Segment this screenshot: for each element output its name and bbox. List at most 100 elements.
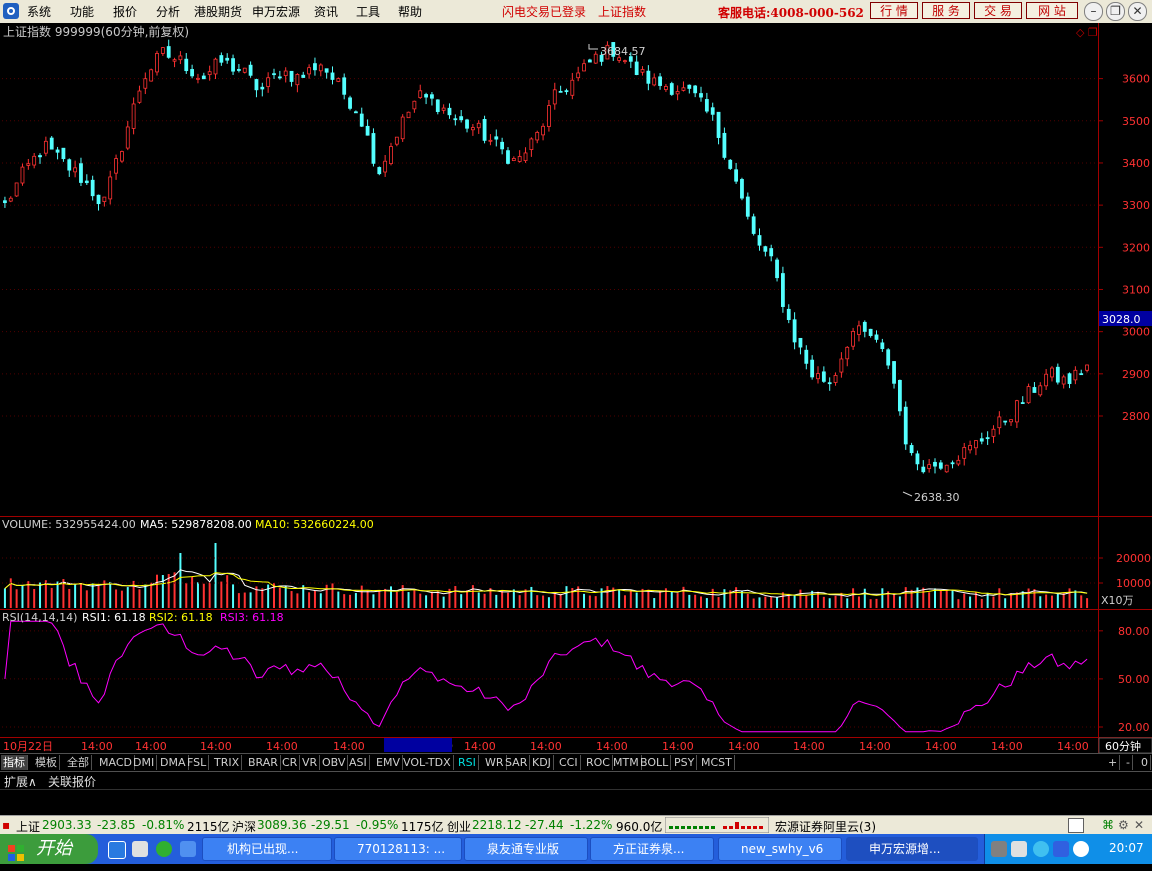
indicator-tab-emv[interactable]: EMV (374, 755, 403, 770)
candle-body[interactable] (494, 136, 499, 140)
candle-body[interactable] (330, 72, 335, 80)
candle-body[interactable] (61, 147, 66, 160)
candle-body[interactable] (944, 464, 949, 473)
candle-body[interactable] (201, 75, 206, 80)
candle-body[interactable] (570, 79, 575, 96)
media-icon[interactable] (132, 841, 148, 857)
period-label[interactable]: 60分钟 (1105, 739, 1141, 753)
close-small-icon[interactable]: ✕ (1134, 818, 1144, 832)
candle-body[interactable] (389, 146, 393, 165)
indicator-tab-cr[interactable]: CR (280, 755, 301, 770)
candle-body[interactable] (412, 100, 417, 110)
candle-body[interactable] (874, 334, 879, 340)
candle-body[interactable] (1044, 373, 1049, 387)
candle-body[interactable] (985, 437, 990, 440)
chart-area[interactable]: 2800 2900 3000 3100 3200 3300 3400 3500 3600 100… (0, 23, 1152, 753)
candle-body[interactable] (810, 359, 815, 378)
candle-body[interactable] (927, 464, 932, 469)
candle-body[interactable] (517, 156, 522, 162)
candle-body[interactable] (207, 71, 212, 76)
tray-icon-1[interactable] (991, 841, 1007, 857)
candle-body[interactable] (348, 97, 352, 109)
candle-body[interactable] (359, 113, 364, 127)
tray-icon-2[interactable] (1011, 841, 1027, 857)
indicator-tab-roc[interactable]: ROC (584, 755, 613, 770)
tray-icon-3[interactable] (1033, 841, 1049, 857)
candle-body[interactable] (652, 77, 657, 86)
candle-body[interactable] (400, 116, 405, 140)
candle-body[interactable] (950, 462, 955, 465)
candle-body[interactable] (1079, 373, 1084, 376)
candle-body[interactable] (196, 77, 200, 80)
cy-value[interactable]: 2218.12 (472, 818, 522, 832)
candle-body[interactable] (418, 90, 423, 98)
minimize-icon[interactable]: – (1084, 2, 1103, 21)
indicator-tab-vol-tdx[interactable]: VOL-TDX (401, 755, 454, 770)
trade-button[interactable]: 交 易 (974, 2, 1022, 19)
candle-body[interactable] (681, 87, 686, 91)
candle-body[interactable] (254, 79, 259, 91)
candle-body[interactable] (32, 155, 37, 166)
candle-body[interactable] (383, 160, 388, 173)
app-logo-icon[interactable] (3, 3, 19, 19)
server-label[interactable]: 宏源证券阿里云(3) (775, 818, 876, 835)
candle-body[interactable] (213, 58, 218, 75)
candle-body[interactable] (775, 259, 779, 279)
candle-body[interactable] (482, 119, 487, 141)
candle-body[interactable] (184, 58, 189, 72)
candle-body[interactable] (892, 361, 896, 384)
candle-body[interactable] (67, 159, 72, 171)
candle-body[interactable] (915, 453, 920, 465)
candle-body[interactable] (1038, 385, 1043, 396)
candle-body[interactable] (710, 107, 715, 115)
candle-body[interactable] (149, 69, 154, 82)
candle-body[interactable] (558, 90, 563, 93)
taskbar-item-1[interactable]: 机构已出现... (202, 837, 332, 861)
candle-body[interactable] (529, 138, 534, 150)
candle-body[interactable] (114, 158, 118, 174)
candle-body[interactable] (506, 150, 510, 164)
candle-body[interactable] (307, 67, 311, 75)
candle-body[interactable] (886, 349, 891, 366)
menu-news[interactable]: 资讯 (314, 3, 338, 20)
candle-body[interactable] (190, 69, 195, 77)
candle-body[interactable] (839, 358, 844, 373)
window-toggle-icon[interactable]: ❐ (1088, 26, 1098, 39)
candle-body[interactable] (1050, 367, 1054, 378)
candle-body[interactable] (318, 64, 323, 72)
candle-body[interactable] (1014, 400, 1019, 423)
candle-body[interactable] (593, 53, 598, 64)
candle-body[interactable] (634, 61, 639, 75)
candle-body[interactable] (166, 46, 171, 58)
candle-body[interactable] (26, 163, 31, 166)
candle-body[interactable] (587, 59, 592, 63)
tray-icon-4[interactable] (1053, 841, 1069, 857)
indicator-tab-fsl[interactable]: FSL (185, 755, 210, 770)
candle-body[interactable] (55, 149, 60, 153)
diamond-icon[interactable]: ◇ (1076, 26, 1085, 39)
candle-body[interactable] (394, 136, 399, 145)
candle-body[interactable] (237, 69, 241, 71)
close-icon[interactable]: ✕ (1128, 2, 1147, 21)
candle-body[interactable] (675, 91, 680, 95)
candle-body[interactable] (131, 103, 136, 129)
candle-body[interactable] (564, 90, 569, 93)
candle-body[interactable] (547, 105, 551, 127)
candle-body[interactable] (289, 70, 294, 82)
candle-body[interactable] (96, 194, 101, 205)
candle-body[interactable] (897, 379, 902, 412)
candle-body[interactable] (781, 273, 785, 307)
indicator-tab-kdj[interactable]: KDJ (530, 755, 554, 770)
indicator-tab-asi[interactable]: ASI (347, 755, 370, 770)
expand-tab[interactable]: 扩展∧ (4, 773, 37, 790)
candle-body[interactable] (827, 382, 832, 385)
taskbar-item-3[interactable]: 泉友通专业版 (464, 837, 588, 861)
candle-body[interactable] (500, 141, 505, 150)
candle-body[interactable] (903, 406, 908, 445)
candle-body[interactable] (511, 158, 516, 161)
panel-control-remove[interactable]: - (1124, 755, 1133, 770)
flash-trade-status[interactable]: 闪电交易已登录 (502, 3, 586, 20)
ie-icon[interactable] (108, 841, 126, 859)
candle-body[interactable] (324, 68, 329, 73)
candle-body[interactable] (125, 126, 130, 149)
